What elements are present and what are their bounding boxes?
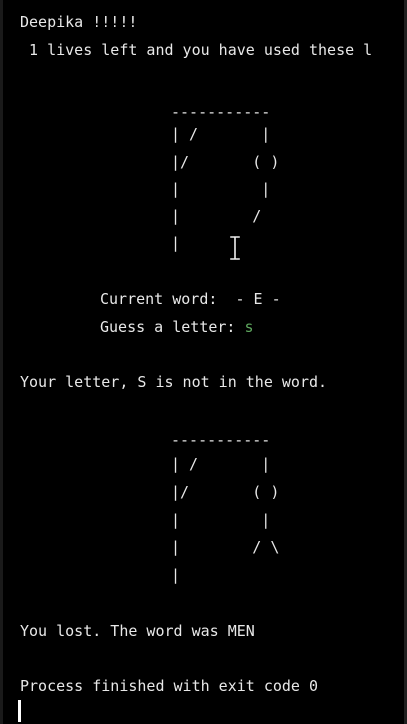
gallows-2-row-4: | | [171, 511, 271, 529]
lives-status-line: 1 lives left and you have used these l [20, 41, 373, 59]
feedback-line: Your letter, S is not in the word. [20, 373, 328, 391]
gallows-1-row-4: | | [171, 180, 271, 198]
text-input-caret[interactable] [18, 700, 21, 722]
greeting-line: Deepika !!!!! [20, 13, 138, 31]
gallows-1-row-3: |/ ( ) [171, 153, 280, 171]
result-line: You lost. The word was MEN [20, 622, 255, 640]
gallows-1-row-2: | / | [171, 125, 271, 143]
current-word-line: Current word: - E - [100, 290, 281, 308]
gallows-1-top: ----------- [171, 103, 271, 121]
gallows-1-row-5: | / [171, 207, 262, 225]
gallows-2-row-5: | / \ [171, 538, 280, 556]
guess-letter-line: Guess a letter: s [100, 317, 254, 337]
process-exit-line: Process finished with exit code 0 [20, 677, 319, 695]
gallows-2-row-6: | [171, 566, 181, 584]
text-ibeam-cursor-icon [229, 236, 241, 260]
terminal-output[interactable]: Deepika !!!!! 1 lives left and you have … [0, 0, 407, 724]
gallows-2-row-2: | / | [171, 455, 271, 473]
left-gutter [0, 0, 3, 724]
gallows-2-row-3: |/ ( ) [171, 483, 280, 501]
gallows-2-top: ----------- [171, 431, 271, 449]
guess-prompt: Guess a letter: [100, 318, 245, 336]
guess-input-value: s [244, 318, 254, 336]
gallows-1-row-6: | [171, 234, 181, 252]
